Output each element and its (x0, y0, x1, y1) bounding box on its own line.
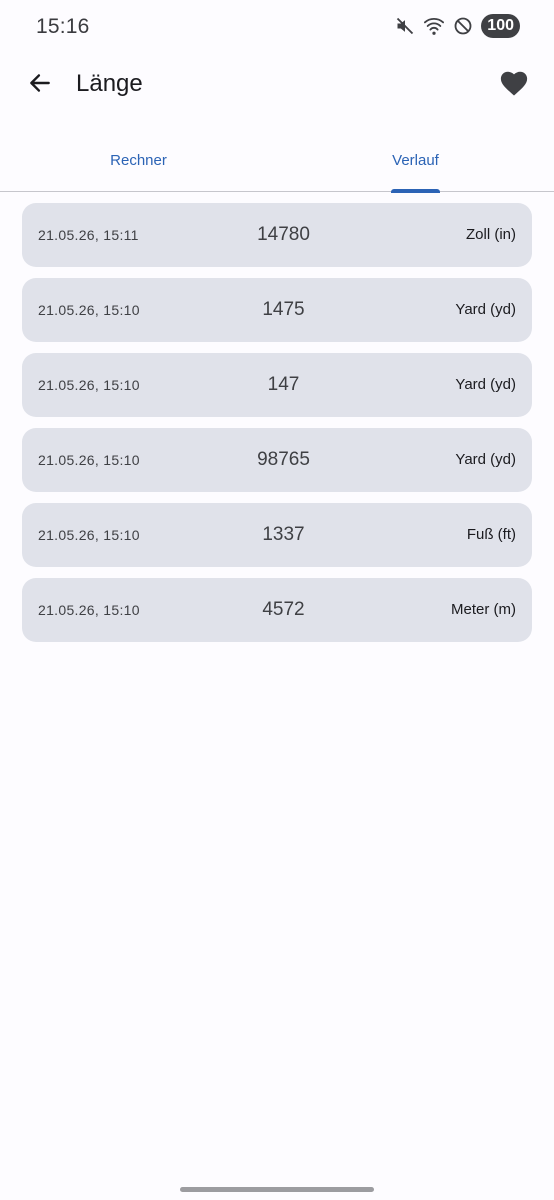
history-unit: Meter (m) (451, 601, 516, 618)
history-item[interactable]: 21.05.26, 15:10 147 Yard (yd) (22, 353, 532, 417)
back-button[interactable] (18, 63, 62, 107)
history-item[interactable]: 21.05.26, 15:10 1475 Yard (yd) (22, 278, 532, 342)
home-indicator[interactable] (180, 1187, 374, 1192)
do-not-disturb-icon (453, 16, 473, 36)
history-item[interactable]: 21.05.26, 15:10 1337 Fuß (ft) (22, 503, 532, 567)
page-title: Länge (76, 70, 143, 97)
history-unit: Yard (yd) (455, 451, 516, 468)
history-item[interactable]: 21.05.26, 15:10 98765 Yard (yd) (22, 428, 532, 492)
tab-bar: Rechner Verlauf (0, 128, 554, 193)
top-app-bar: Länge (0, 56, 554, 114)
favorite-button[interactable] (492, 63, 536, 107)
status-bar: 15:16 100 (0, 0, 554, 54)
wifi-icon (423, 16, 445, 36)
tab-label: Verlauf (392, 151, 439, 169)
history-unit: Zoll (in) (465, 226, 516, 243)
arrow-back-icon (27, 70, 53, 101)
history-unit: Fuß (ft) (466, 526, 516, 543)
history-unit: Yard (yd) (455, 376, 516, 393)
tab-rechner[interactable]: Rechner (0, 128, 277, 192)
mute-icon (395, 16, 415, 36)
tab-label: Rechner (110, 151, 167, 169)
battery-badge: 100 (481, 14, 520, 38)
status-time: 15:16 (36, 15, 90, 38)
heart-icon (499, 69, 529, 102)
history-list: 21.05.26, 15:11 14780 Zoll (in) 21.05.26… (22, 203, 532, 653)
history-item[interactable]: 21.05.26, 15:11 14780 Zoll (in) (22, 203, 532, 267)
tab-indicator (391, 188, 440, 193)
history-unit: Yard (yd) (455, 301, 516, 318)
tab-verlauf[interactable]: Verlauf (277, 128, 554, 192)
history-item[interactable]: 21.05.26, 15:10 4572 Meter (m) (22, 578, 532, 642)
status-icons: 100 (395, 14, 520, 38)
